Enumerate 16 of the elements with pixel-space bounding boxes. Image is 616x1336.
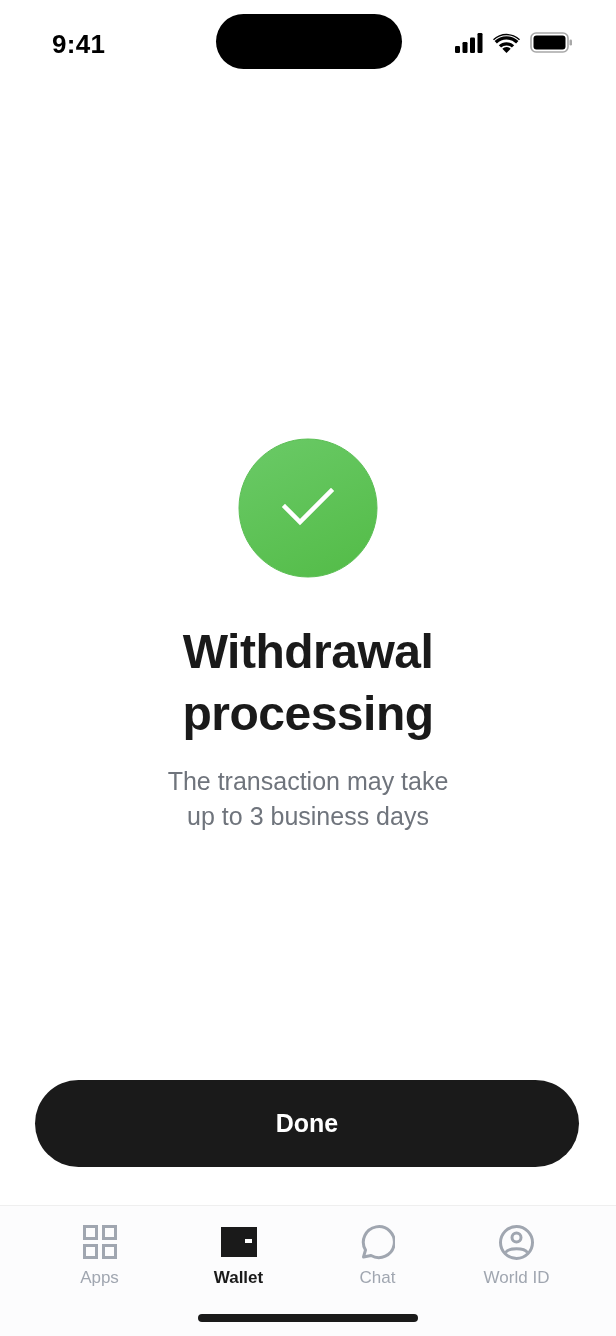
profile-icon — [499, 1224, 534, 1260]
status-time: 9:41 — [52, 30, 106, 58]
status-title: Withdrawal processing — [181, 624, 435, 742]
tab-item[interactable]: Wallet — [169, 1224, 308, 1288]
battery-icon — [530, 32, 572, 53]
chat-bubble-icon — [360, 1224, 395, 1260]
tab-item[interactable]: Chat — [308, 1224, 447, 1288]
success-check-icon — [238, 438, 378, 578]
grid-icon — [82, 1225, 117, 1259]
tab-item[interactable]: Apps — [30, 1224, 169, 1288]
signal-icon — [455, 32, 483, 53]
status-message: The transaction may take up to 3 business days — [166, 766, 450, 832]
done-button[interactable]: Done — [35, 1080, 579, 1167]
tab-item[interactable]: World ID — [447, 1224, 586, 1288]
wifi-icon — [493, 32, 520, 53]
wallet-icon — [220, 1227, 257, 1257]
